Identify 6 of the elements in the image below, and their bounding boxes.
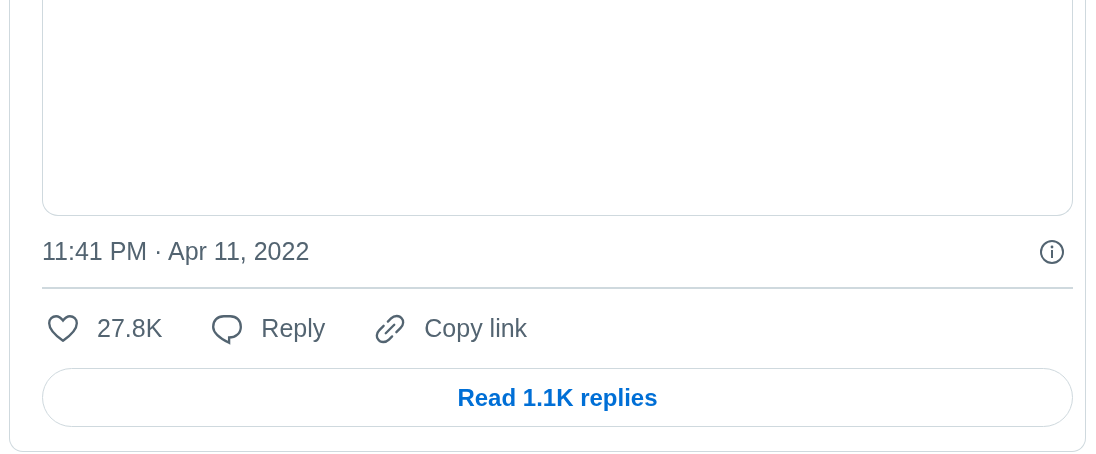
timestamp: 11:41 PM · Apr 11, 2022 <box>42 235 310 267</box>
read-replies-button[interactable]: Read 1.1K replies <box>42 368 1073 427</box>
info-icon[interactable] <box>1039 238 1065 265</box>
copy-action[interactable]: Copy link <box>373 309 528 348</box>
like-action[interactable]: 27.8K <box>46 309 163 348</box>
reply-action[interactable]: Reply <box>210 309 326 348</box>
